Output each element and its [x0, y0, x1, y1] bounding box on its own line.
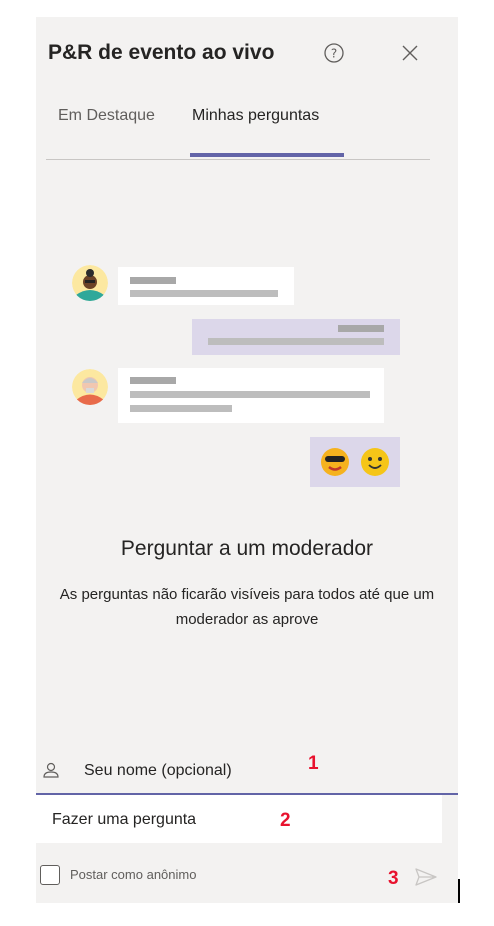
annotation-marker-1: 1 — [308, 753, 319, 774]
person-icon — [43, 762, 59, 778]
question-placeholder: Fazer uma pergunta — [52, 811, 197, 828]
close-icon[interactable] — [398, 41, 422, 65]
name-field[interactable]: Seu nome (opcional) — [36, 747, 458, 795]
empty-state-title: Perguntar a um moderador — [120, 537, 374, 560]
annotation-marker-2: 2 — [280, 810, 291, 831]
help-icon[interactable]: ? — [322, 41, 346, 65]
name-placeholder: Seu nome (opcional) — [84, 762, 232, 779]
message-bubble — [118, 368, 384, 423]
panel-header: P&R de evento ao vivo ? — [36, 17, 458, 95]
avatar-man-icon — [72, 369, 108, 405]
message-bubble — [118, 267, 294, 305]
my-message-bubble — [192, 319, 400, 355]
send-icon[interactable] — [414, 867, 438, 887]
question-input[interactable]: Fazer uma pergunta — [36, 795, 442, 843]
active-tab-indicator — [190, 153, 344, 157]
emoji-bubble — [310, 437, 400, 487]
text-cursor — [458, 879, 460, 903]
smile-emoji-icon — [361, 448, 389, 476]
annotation-marker-3: 3 — [388, 868, 399, 889]
tab-featured[interactable]: Em Destaque — [58, 107, 155, 125]
tab-my-questions[interactable]: Minhas perguntas — [192, 107, 319, 125]
anonymous-label: Postar como anônimo — [70, 867, 197, 882]
tab-bar: Em Destaque Minhas perguntas — [46, 95, 430, 160]
panel-title: P&R de evento ao vivo — [48, 41, 275, 64]
anonymous-checkbox[interactable] — [40, 865, 60, 885]
avatar-woman-icon — [72, 265, 108, 301]
qa-panel: P&R de evento ao vivo ? Em Destaque Minh… — [36, 17, 458, 903]
empty-state-description: As perguntas não ficarão visíveis para t… — [59, 586, 435, 628]
empty-state-illustration — [36, 257, 458, 507]
sunglasses-emoji-icon — [321, 448, 349, 476]
svg-text:?: ? — [331, 47, 337, 61]
